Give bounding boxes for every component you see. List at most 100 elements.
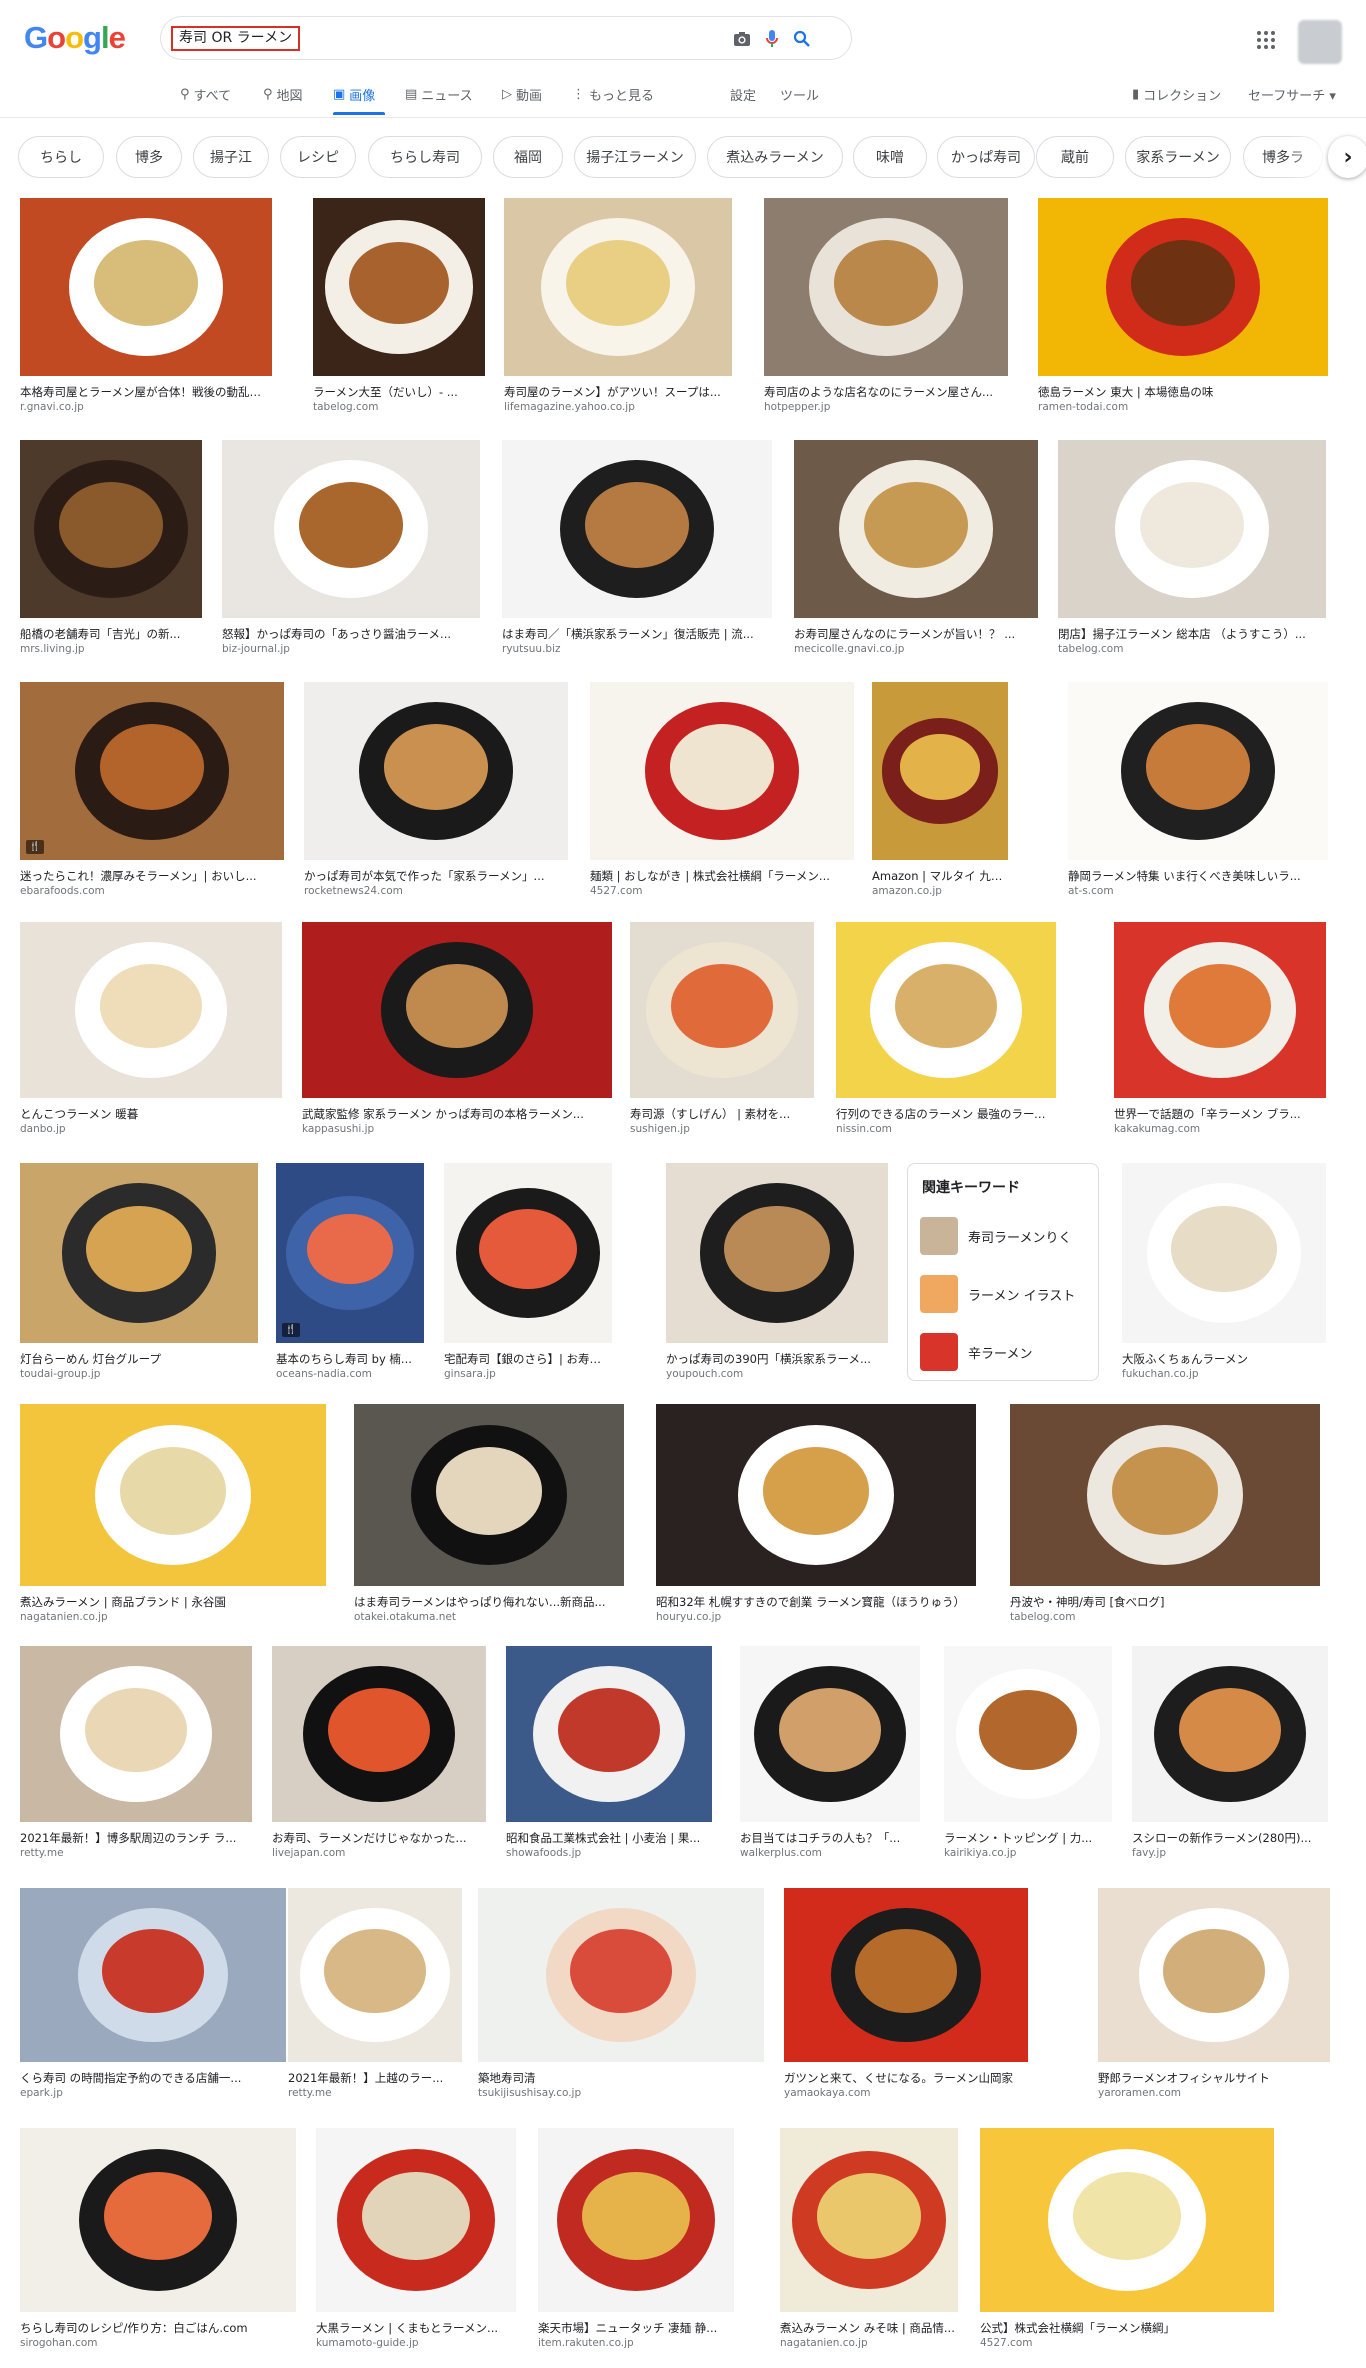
result-caption[interactable]: ガツンと来て、くせになる。ラーメン山岡家: [784, 2070, 1028, 2086]
result-thumbnail[interactable]: [1098, 1888, 1330, 2062]
result-thumbnail[interactable]: [504, 198, 732, 376]
image-result[interactable]: 本格寿司屋とラーメン屋が合体！戦後の動乱を ... r.gnavi.co.jp: [20, 198, 272, 418]
image-result[interactable]: 丹波や・神明/寿司 [食べログ] tabelog.com: [1010, 1404, 1320, 1628]
image-result[interactable]: 昭和32年 札幌すすきので創業 ラーメン寳龍（ほうりゅう） houryu.co.j…: [656, 1404, 976, 1628]
result-caption[interactable]: 2021年最新！】博多駅周辺のランチ ラ...: [20, 1830, 252, 1846]
microphone-icon[interactable]: [761, 28, 783, 50]
tab-news[interactable]: ▤ ニュース: [405, 82, 473, 106]
image-result[interactable]: 大黒ラーメン | くまもとラーメン... kumamoto-guide.jp: [316, 2128, 516, 2354]
result-caption[interactable]: 怒報】かっぱ寿司の「あっさり醤油ラーメ...: [222, 626, 480, 642]
image-result[interactable]: 🍴 基本のちらし寿司 by 楠... oceans-nadia.com: [276, 1163, 424, 1385]
result-caption[interactable]: かっぱ寿司の390円「横浜家系ラーメ...: [666, 1351, 888, 1367]
result-caption[interactable]: お目当てはコチラの人も？「...: [740, 1830, 920, 1846]
image-result[interactable]: ラーメン大至（だいし）- ... tabelog.com: [313, 198, 485, 418]
result-thumbnail[interactable]: [313, 198, 485, 376]
result-thumbnail[interactable]: [288, 1888, 462, 2062]
result-thumbnail[interactable]: [1010, 1404, 1320, 1586]
result-thumbnail[interactable]: [538, 2128, 734, 2312]
image-result[interactable]: スシローの新作ラーメン(280円)... favy.jp: [1132, 1646, 1328, 1864]
image-result[interactable]: 世界一で話題の「辛ラーメン ブラ... kakakumag.com: [1114, 922, 1326, 1140]
result-caption[interactable]: 寿司屋のラーメン】がアツい！スープは...: [504, 384, 732, 400]
image-result[interactable]: 昭和食品工業株式会社 | 小麦治 | 果... showafoods.jp: [506, 1646, 712, 1864]
image-result[interactable]: 船橋の老舗寿司「吉光」の新... mrs.living.jp: [20, 440, 202, 660]
result-caption[interactable]: 丹波や・神明/寿司 [食べログ]: [1010, 1594, 1320, 1610]
result-thumbnail[interactable]: [764, 198, 1008, 376]
chevron-right-icon[interactable]: ›: [1328, 136, 1366, 178]
image-result[interactable]: 灯台らーめん 灯台グループ toudai-group.jp: [20, 1163, 258, 1385]
result-thumbnail[interactable]: [1068, 682, 1328, 860]
image-result[interactable]: 静岡ラーメン特集 いま行くべき美味しいラ... at-s.com: [1068, 682, 1328, 902]
result-thumbnail[interactable]: [980, 2128, 1274, 2312]
safesearch-dropdown[interactable]: セーフサーチ ▾: [1248, 82, 1336, 106]
result-caption[interactable]: 麺類 | おしながき | 株式会社横綱「ラーメン...: [590, 868, 854, 884]
result-thumbnail[interactable]: [836, 922, 1056, 1098]
result-thumbnail[interactable]: [478, 1888, 764, 2062]
result-caption[interactable]: 大阪ふくちぁんラーメン: [1122, 1351, 1326, 1367]
suggestion-chip[interactable]: 福岡: [493, 136, 563, 178]
image-result[interactable]: 大阪ふくちぁんラーメン fukuchan.co.jp: [1122, 1163, 1326, 1385]
result-caption[interactable]: 世界一で話題の「辛ラーメン ブラ...: [1114, 1106, 1326, 1122]
suggestion-chip[interactable]: 揚子江ラーメン: [574, 136, 696, 178]
image-result[interactable]: 武蔵家監修 家系ラーメン かっぱ寿司の本格ラーメン... kappasushi.j…: [302, 922, 612, 1140]
result-caption[interactable]: 寿司店のような店名なのにラーメン屋さん...: [764, 384, 1008, 400]
result-caption[interactable]: 昭和食品工業株式会社 | 小麦治 | 果...: [506, 1830, 712, 1846]
result-thumbnail[interactable]: [1132, 1646, 1328, 1822]
image-result[interactable]: 寿司源（すしげん） | 素材を... sushigen.jp: [630, 922, 814, 1140]
tools-link[interactable]: ツール: [780, 82, 819, 106]
image-result[interactable]: 宅配寿司【銀のさら】| お寿司の... ginsara.jp: [444, 1163, 612, 1385]
result-thumbnail[interactable]: [354, 1404, 624, 1586]
image-result[interactable]: 寿司屋のラーメン】がアツい！スープは... lifemagazine.yahoo.…: [504, 198, 732, 418]
result-caption[interactable]: 煮込みラーメン | 商品ブランド | 永谷園: [20, 1594, 326, 1610]
related-item[interactable]: ラーメン イラスト: [920, 1274, 1090, 1314]
result-caption[interactable]: ラーメン大至（だいし）- ...: [313, 384, 485, 400]
settings-link[interactable]: 設定: [730, 82, 756, 106]
result-thumbnail[interactable]: [20, 1888, 286, 2062]
collections-link[interactable]: ▮ コレクション: [1132, 82, 1221, 106]
result-caption[interactable]: はま寿司ラーメンはやっぱり侮れない...新商品...: [354, 1594, 624, 1610]
image-result[interactable]: 徳島ラーメン 東大 | 本場徳島の味 ramen-todai.com: [1038, 198, 1328, 418]
result-thumbnail[interactable]: [1038, 198, 1328, 376]
image-result[interactable]: 2021年最新！】上越のラー... retty.me: [288, 1888, 462, 2104]
suggestion-chip[interactable]: かっぱ寿司: [937, 136, 1035, 178]
image-result[interactable]: お寿司屋さんなのにラーメンが旨い！？ ... mecicolle.gnavi.co…: [794, 440, 1038, 660]
image-result[interactable]: Amazon | マルタイ 九州 ご当...amazon.co.jp: [872, 682, 1008, 902]
result-thumbnail[interactable]: [272, 1646, 486, 1822]
result-thumbnail[interactable]: 🍴: [276, 1163, 424, 1343]
tab-videos[interactable]: ▷ 動画: [502, 82, 542, 106]
result-thumbnail[interactable]: [20, 440, 202, 618]
image-result[interactable]: 公式】株式会社横綱「ラーメン横綱」 4527.com: [980, 2128, 1274, 2354]
result-thumbnail[interactable]: [304, 682, 568, 860]
image-result[interactable]: ガツンと来て、くせになる。ラーメン山岡家 yamaokaya.com: [784, 1888, 1028, 2104]
result-thumbnail[interactable]: [506, 1646, 712, 1822]
result-thumbnail[interactable]: [502, 440, 772, 618]
image-result[interactable]: はま寿司／「横浜家系ラーメン」復活販売 | 流... ryutsuu.biz: [502, 440, 772, 660]
result-thumbnail[interactable]: 🍴: [20, 682, 284, 860]
image-result[interactable]: 2021年最新！】博多駅周辺のランチ ラ... retty.me: [20, 1646, 252, 1864]
search-query[interactable]: 寿司 OR ラーメン: [171, 26, 301, 51]
tab-all[interactable]: ⚲ すべて: [180, 82, 231, 106]
result-thumbnail[interactable]: [20, 1646, 252, 1822]
result-thumbnail[interactable]: [20, 922, 282, 1098]
result-thumbnail[interactable]: [740, 1646, 920, 1822]
image-result[interactable]: 煮込みラーメン みそ味 | 商品情... nagatanien.co.jp: [780, 2128, 958, 2354]
result-caption[interactable]: 寿司源（すしげん） | 素材を...: [630, 1106, 814, 1122]
suggestion-chip[interactable]: レシピ: [280, 136, 356, 178]
camera-icon[interactable]: [731, 28, 753, 50]
image-result[interactable]: はま寿司ラーメンはやっぱり侮れない...新商品... otakei.otakuma…: [354, 1404, 624, 1628]
result-caption[interactable]: 静岡ラーメン特集 いま行くべき美味しいラ...: [1068, 868, 1328, 884]
result-caption[interactable]: 閉店】揚子江ラーメン 総本店 （ようすこう）...: [1058, 626, 1326, 642]
image-result[interactable]: かっぱ寿司の390円「横浜家系ラーメ... youpouch.com: [666, 1163, 888, 1385]
result-caption[interactable]: 船橋の老舗寿司「吉光」の新...: [20, 626, 202, 642]
result-thumbnail[interactable]: [444, 1163, 612, 1343]
result-thumbnail[interactable]: [1122, 1163, 1326, 1343]
result-thumbnail[interactable]: [944, 1646, 1112, 1822]
result-caption[interactable]: かっぱ寿司が本気で作った「家系ラーメン」...: [304, 868, 568, 884]
result-caption[interactable]: 煮込みラーメン みそ味 | 商品情...: [780, 2320, 958, 2336]
suggestion-chip[interactable]: 煮込みラーメン: [707, 136, 843, 178]
image-result[interactable]: 怒報】かっぱ寿司の「あっさり醤油ラーメ... biz-journal.jp: [222, 440, 480, 660]
suggestion-chip[interactable]: 味噌: [853, 136, 927, 178]
result-caption[interactable]: 徳島ラーメン 東大 | 本場徳島の味: [1038, 384, 1328, 400]
tab-images[interactable]: ▣ 画像: [333, 82, 375, 106]
result-caption[interactable]: くら寿司 の時間指定予約のできる店舗一...: [20, 2070, 286, 2086]
suggestion-chip[interactable]: 蔵前: [1036, 136, 1114, 178]
